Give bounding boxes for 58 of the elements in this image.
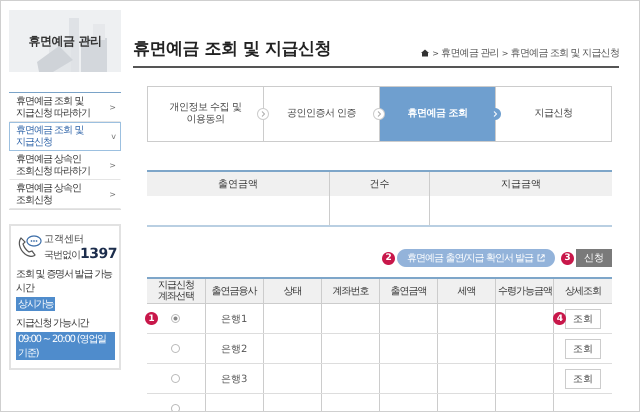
radio-button[interactable] [171,344,180,353]
column-header: 계좌번호 [321,278,380,304]
number-prefix: 국번없이 [44,249,80,262]
home-icon [421,49,430,57]
column-header: 상세조회 [554,278,612,304]
item-label: 휴면예금 조회 및 지급신청 따라하기 [16,96,90,119]
chevron-icon: > [109,161,116,170]
phone-number: 1397 [80,246,117,262]
chevron-icon: > [109,103,116,112]
chevron-icon: v [111,132,116,141]
column-header: 상태 [263,278,322,304]
item-label: 휴면예금 조회 및 지급신청 [16,125,84,148]
column-header: 출연금액 [147,171,330,196]
radio-button[interactable] [171,374,180,383]
column-header: 출연금융사 [205,278,264,304]
external-link-icon [537,254,545,262]
radio-button[interactable] [171,404,180,411]
breadcrumb-separator: > [502,48,508,58]
breadcrumb-separator: > [432,48,438,58]
apply-button[interactable]: 신청 [576,249,612,267]
number-marker: 2 [382,252,396,264]
center-label: 고객센터 [44,233,85,246]
breadcrumb-link[interactable]: 휴면예금 조회 및 지급신청 [510,46,619,60]
view-button[interactable]: 조회 [565,368,602,388]
column-header: 수령가능금액 [496,278,554,304]
step-label: 휴면예금 조회 [408,108,468,120]
step-label: 지급신청 [534,108,572,120]
item-label: 휴면예금 상속인 조회신청 따라하기 [16,154,90,177]
sidebar-item[interactable]: 휴면예금 상속인 조회신청 따라하기 > [9,151,121,180]
view-button[interactable]: 조회 [565,308,602,328]
column-header: 지급신청 계좌선택 [147,278,206,304]
table-cell: 은행2 [205,334,264,364]
step-label: 개인정보 수집 및 이용동의 [170,102,242,126]
view-button[interactable]: 조회 [565,338,602,358]
column-header: 세액 [438,278,496,304]
sidebar-item[interactable]: 휴면예금 상속인 조회신청 > [9,180,121,209]
number-marker: 3 [561,252,574,264]
column-header: 건수 [330,171,429,196]
chevron-icon: > [109,190,116,199]
sidebar-title: 휴면예금 관리 [28,32,102,50]
sidebar-item[interactable]: 휴면예금 조회 및 지급신청 따라하기 > [9,93,121,122]
number-marker: 4 [553,312,566,325]
radio-button[interactable] [171,314,180,323]
page-title: 휴면예금 조회 및 지급신청 [133,38,331,60]
hours-badge: 09:00 ~ 20:00 (영업일 기준) [16,332,115,360]
hours-label: 지급신청 가능시간 [16,317,90,330]
item-label: 휴면예금 상속인 조회신청 [16,183,82,206]
phone-icon [16,234,42,258]
table-cell: 은행3 [205,364,264,394]
hours-badge: 상시가능 [16,297,56,311]
hours-label: 조회 및 증명서 발급 가능시간 [16,268,114,295]
step-label: 공인인증서 인증 [286,108,356,120]
breadcrumb-link[interactable]: 휴면예금 관리 [441,46,499,60]
sidebar-item[interactable]: 휴면예금 조회 및 지급신청 v [9,122,121,151]
number-marker: 1 [145,312,158,325]
table-cell: 은행1 [205,304,264,334]
column-header: 지급금액 [429,171,612,196]
column-header: 출연금액 [380,278,438,304]
